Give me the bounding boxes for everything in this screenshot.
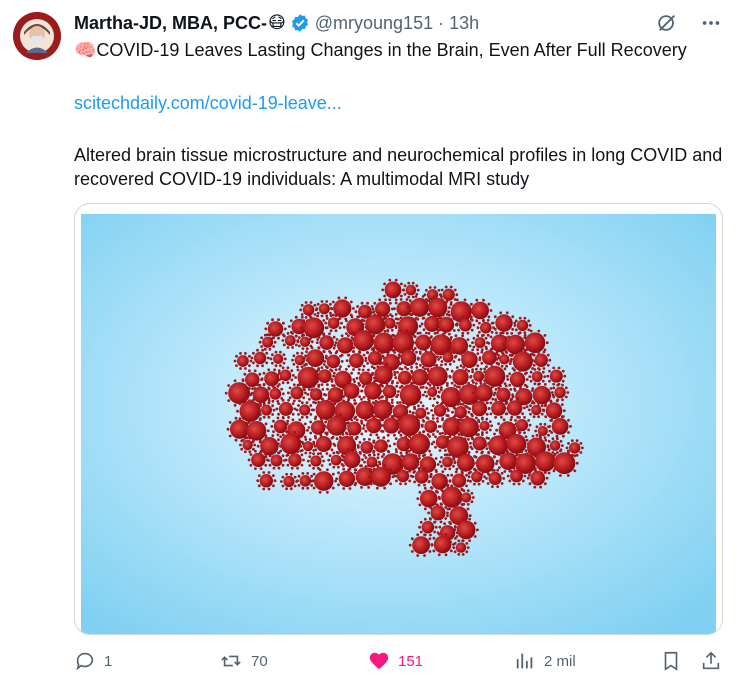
share-button[interactable] [700, 650, 722, 672]
avatar-image [13, 12, 61, 60]
top-actions [656, 12, 722, 39]
repost-count: 70 [251, 652, 268, 670]
verified-badge-icon [290, 13, 310, 33]
author-handle[interactable]: @mryoung151 [315, 13, 433, 34]
like-button[interactable]: 151 [368, 650, 423, 672]
mask-emoji-icon: 😷 [268, 13, 286, 32]
tweet-header: Martha-JD, MBA, PCC- 😷 @mryoung151 · 13h [74, 10, 479, 36]
author-name[interactable]: Martha-JD, MBA, PCC- [74, 13, 267, 34]
media-image-card[interactable] [74, 203, 723, 635]
repost-button[interactable]: 70 [219, 650, 268, 672]
like-count: 151 [398, 652, 424, 670]
brain-virus-image [81, 214, 716, 634]
views-button[interactable]: 2 mil [514, 650, 576, 672]
reply-count: 1 [104, 652, 113, 670]
post-time[interactable]: · 13h [438, 13, 479, 34]
repost-icon [221, 655, 241, 667]
view-count: 2 mil [544, 652, 576, 670]
avatar[interactable] [13, 12, 61, 60]
share-icon [702, 651, 720, 670]
tweet-title: 🧠COVID-19 Leaves Lasting Changes in the … [74, 40, 687, 60]
bookmark-button[interactable] [660, 650, 682, 672]
more-icon[interactable] [700, 12, 722, 39]
reply-icon [76, 652, 94, 671]
action-bar: 1 70 151 2 mil [74, 650, 724, 676]
grok-icon[interactable] [656, 12, 678, 39]
like-icon [369, 652, 389, 670]
bookmark-icon [664, 651, 678, 671]
reply-button[interactable]: 1 [74, 650, 112, 672]
views-icon [516, 653, 533, 669]
article-link[interactable]: scitechdaily.com/covid-19-leave... [74, 93, 342, 114]
tweet-body: Altered brain tissue microstructure and … [74, 145, 723, 189]
